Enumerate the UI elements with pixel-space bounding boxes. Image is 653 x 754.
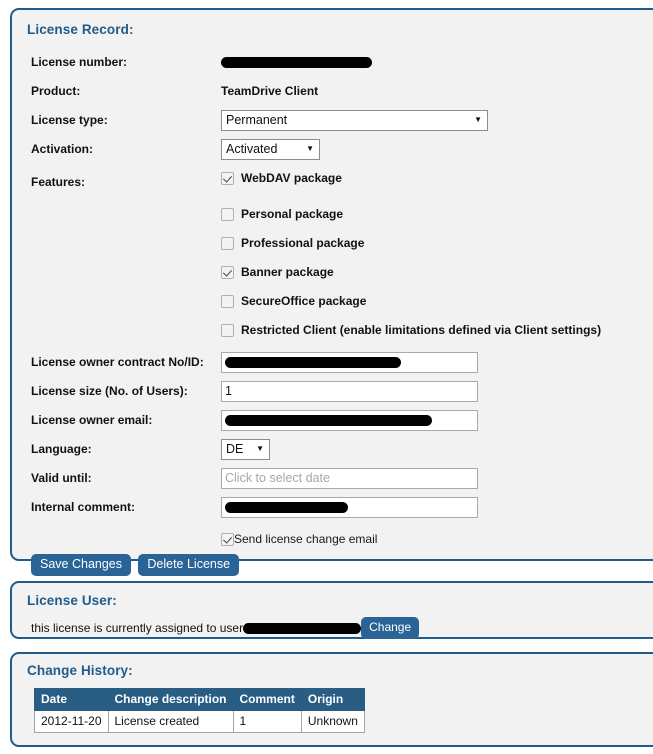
label-product: Product: bbox=[31, 84, 81, 98]
license-size-input[interactable] bbox=[221, 380, 478, 402]
feature-label-restricted-client: Restricted Client (enable limitations de… bbox=[241, 323, 602, 337]
feature-label-banner: Banner package bbox=[241, 265, 334, 279]
label-valid-until: Valid until: bbox=[31, 471, 92, 485]
activation-value: Activated bbox=[226, 142, 278, 156]
label-internal-comment: Internal comment: bbox=[31, 500, 136, 514]
row-product: Product: TeamDrive Client bbox=[12, 80, 653, 102]
checkbox-restricted-client[interactable] bbox=[221, 323, 234, 337]
feature-row-personal[interactable]: Personal package bbox=[12, 203, 653, 225]
label-activation: Activation: bbox=[31, 142, 94, 156]
redacted-license-number bbox=[221, 56, 372, 68]
license-record-panel: License Record: License number: Product:… bbox=[10, 8, 653, 576]
label-contract-no: License owner contract No/ID: bbox=[31, 355, 204, 369]
column-header-comment: Comment bbox=[232, 688, 302, 711]
send-license-change-email-label: Send license change email bbox=[234, 532, 378, 546]
change-history-table: Date Change description Comment Origin 2… bbox=[34, 688, 365, 733]
license-type-value: Permanent bbox=[226, 113, 288, 127]
redacted-assigned-user bbox=[243, 622, 362, 634]
feature-row-restricted-client[interactable]: Restricted Client (enable limitations de… bbox=[12, 319, 653, 341]
cell-origin: Unknown bbox=[300, 710, 365, 733]
checkbox-webdav-package[interactable] bbox=[221, 171, 234, 185]
internal-comment-input[interactable] bbox=[221, 496, 478, 518]
checkbox-professional-package[interactable] bbox=[221, 236, 234, 250]
cell-comment: 1 bbox=[232, 710, 302, 733]
language-value: DE bbox=[226, 442, 244, 456]
row-license-type: License type: Permanent ▼ bbox=[12, 109, 653, 131]
license-type-select[interactable]: Permanent ▼ bbox=[221, 109, 488, 131]
change-history-table-wrap: Date Change description Comment Origin 2… bbox=[12, 688, 653, 733]
row-language: Language: DE ▼ bbox=[12, 438, 653, 460]
column-header-origin: Origin bbox=[300, 688, 365, 711]
valid-until-input[interactable] bbox=[221, 467, 478, 489]
chevron-down-icon: ▼ bbox=[306, 144, 314, 153]
change-history-title: Change History: bbox=[27, 663, 133, 678]
delete-license-button[interactable]: Delete License bbox=[138, 554, 240, 576]
cell-date: 2012-11-20 bbox=[34, 710, 109, 733]
value-license-number bbox=[221, 56, 653, 68]
change-user-button[interactable]: Change bbox=[361, 617, 420, 639]
save-changes-button[interactable]: Save Changes bbox=[31, 554, 132, 576]
license-admin-page: License Record: License number: Product:… bbox=[0, 0, 653, 754]
license-record-actions: Save Changes Delete License bbox=[12, 554, 653, 576]
feature-label-personal: Personal package bbox=[241, 207, 344, 221]
feature-label-professional: Professional package bbox=[241, 236, 365, 250]
row-contract-no: License owner contract No/ID: bbox=[12, 351, 653, 373]
label-language: Language: bbox=[31, 442, 92, 456]
redacted-contract-no bbox=[225, 356, 401, 368]
license-user-title: License User: bbox=[27, 593, 117, 608]
license-record-title: License Record: bbox=[27, 22, 134, 37]
table-header-row: Date Change description Comment Origin bbox=[34, 688, 365, 711]
redacted-internal-comment bbox=[225, 501, 348, 513]
table-row: 2012-11-20 License created 1 Unknown bbox=[34, 710, 365, 733]
license-user-text: this license is currently assigned to us… bbox=[31, 621, 244, 635]
row-features: Features: WebDAV package bbox=[12, 167, 653, 196]
label-owner-email: License owner email: bbox=[31, 413, 153, 427]
activation-select[interactable]: Activated ▼ bbox=[221, 138, 320, 160]
feature-row-banner[interactable]: Banner package bbox=[12, 261, 653, 283]
label-license-type: License type: bbox=[31, 113, 108, 127]
redacted-owner-email bbox=[225, 414, 432, 426]
column-header-change-description: Change description bbox=[107, 688, 234, 711]
row-owner-email: License owner email: bbox=[12, 409, 653, 431]
row-valid-until: Valid until: bbox=[12, 467, 653, 489]
owner-email-input[interactable] bbox=[221, 409, 478, 431]
checkbox-personal-package[interactable] bbox=[221, 207, 234, 221]
feature-row-webdav[interactable]: WebDAV package bbox=[221, 167, 342, 189]
column-header-date: Date bbox=[34, 688, 109, 711]
feature-row-professional[interactable]: Professional package bbox=[12, 232, 653, 254]
change-history-panel: Change History: Date Change description … bbox=[10, 652, 653, 747]
row-activation: Activation: Activated ▼ bbox=[12, 138, 653, 160]
label-features: Features: bbox=[31, 174, 86, 189]
label-license-number: License number: bbox=[31, 55, 128, 69]
row-license-size: License size (No. of Users): bbox=[12, 380, 653, 402]
license-user-assignment-line: this license is currently assigned to us… bbox=[12, 617, 653, 639]
contract-no-input[interactable] bbox=[221, 351, 478, 373]
feature-row-secureoffice[interactable]: SecureOffice package bbox=[12, 290, 653, 312]
chevron-down-icon: ▼ bbox=[256, 444, 264, 453]
cell-change-description: License created bbox=[107, 710, 234, 733]
label-license-size: License size (No. of Users): bbox=[31, 384, 188, 398]
value-product: TeamDrive Client bbox=[221, 84, 319, 98]
license-user-panel: License User: this license is currently … bbox=[10, 581, 653, 639]
feature-label-webdav: WebDAV package bbox=[241, 171, 342, 185]
send-license-change-email-row[interactable]: Send license change email bbox=[12, 529, 653, 549]
feature-label-secureoffice: SecureOffice package bbox=[241, 294, 367, 308]
language-select[interactable]: DE ▼ bbox=[221, 438, 270, 460]
checkbox-secureoffice-package[interactable] bbox=[221, 294, 234, 308]
row-internal-comment: Internal comment: bbox=[12, 496, 653, 518]
chevron-down-icon: ▼ bbox=[474, 115, 482, 124]
row-license-number: License number: bbox=[12, 51, 653, 73]
checkbox-send-license-change-email[interactable] bbox=[221, 532, 234, 546]
checkbox-banner-package[interactable] bbox=[221, 265, 234, 279]
